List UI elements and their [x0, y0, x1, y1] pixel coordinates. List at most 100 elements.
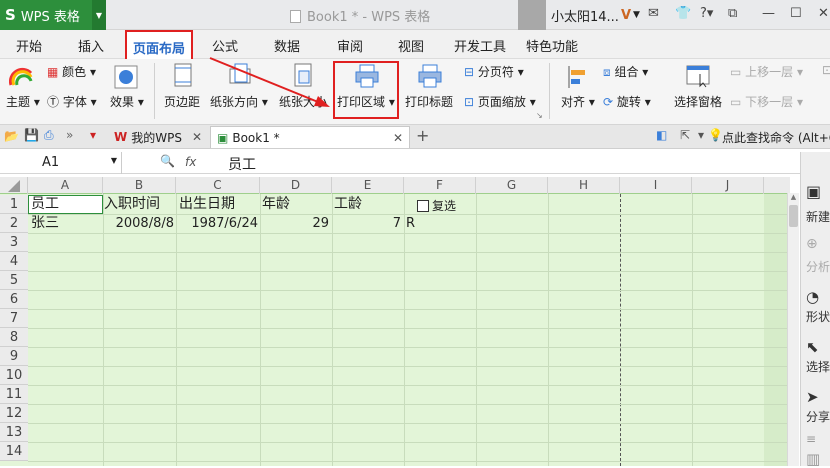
new-button[interactable]: 新建	[806, 208, 830, 225]
export-pdf-icon[interactable]: ⎙	[44, 128, 54, 143]
row-header[interactable]: 6	[0, 290, 28, 309]
cell-f2[interactable]: R	[406, 214, 415, 233]
view-mode-icon[interactable]: ◧	[656, 128, 667, 142]
tab-data[interactable]: 数据	[274, 36, 300, 55]
cell-e2[interactable]: 7	[333, 214, 401, 233]
row-header[interactable]: 11	[0, 385, 28, 404]
tab-insert[interactable]: 插入	[78, 36, 104, 55]
customize-toolbar-icon[interactable]: ▾	[90, 128, 96, 142]
formula-input[interactable]: 员工	[228, 154, 256, 174]
spreadsheet-grid[interactable]: A B C D E F G H I J 1 2 3 4 5 6 7 8 9 10…	[0, 177, 790, 466]
mail-icon[interactable]: ✉	[648, 6, 659, 21]
share-doc-icon[interactable]: ⇱	[680, 128, 690, 142]
user-dropdown-icon[interactable]: ▼	[633, 10, 640, 20]
tab-special-features[interactable]: 特色功能	[526, 36, 578, 55]
effect-button[interactable]: 效果 ▾	[110, 93, 144, 110]
paper-size-button[interactable]: 纸张大小	[279, 93, 327, 110]
analyze-button[interactable]: 分析	[806, 258, 830, 275]
shirt-icon[interactable]: 👕	[675, 6, 691, 21]
restore-icon[interactable]: ⧉	[728, 6, 737, 21]
row-header[interactable]: 2	[0, 214, 28, 233]
margins-button[interactable]: 页边距	[164, 93, 200, 110]
row-header[interactable]: 3	[0, 233, 28, 252]
minimize-icon[interactable]: —	[762, 6, 775, 21]
dialog-launcher-icon[interactable]: ↘	[536, 111, 543, 120]
page-break-button[interactable]: ⊟ 分页符 ▾	[464, 63, 524, 80]
column-header-i[interactable]: I	[620, 177, 692, 194]
row-header[interactable]: 13	[0, 423, 28, 442]
page-zoom-button[interactable]: ⊡ 页面缩放 ▾	[464, 93, 536, 110]
select-all-corner[interactable]	[0, 177, 28, 194]
name-box-dropdown-icon[interactable]: ▼	[111, 156, 117, 165]
column-header-c[interactable]: C	[176, 177, 260, 194]
app-menu-dropdown-icon[interactable]: ▼	[92, 0, 106, 30]
column-header-j[interactable]: J	[692, 177, 764, 194]
tab-my-wps[interactable]: W 我的WPS ✕	[108, 126, 208, 148]
column-header-d[interactable]: D	[260, 177, 332, 194]
select-button[interactable]: 选择	[806, 358, 830, 375]
scroll-up-icon[interactable]: ▲	[789, 193, 798, 203]
cell-a2[interactable]: 张三	[31, 214, 59, 233]
tab-view[interactable]: 视图	[398, 36, 424, 55]
vertical-scrollbar[interactable]: ▲	[787, 193, 799, 466]
checkbox-icon[interactable]	[417, 200, 429, 212]
orientation-button[interactable]: 纸张方向 ▾	[210, 93, 268, 110]
print-area-button[interactable]: 打印区域 ▾	[337, 93, 395, 110]
row-header[interactable]: 5	[0, 271, 28, 290]
cell-c1[interactable]: 出生日期	[179, 195, 235, 214]
wps-app-menu-button[interactable]: S WPS 表格 ▼	[0, 0, 106, 30]
maximize-icon[interactable]: ☐	[790, 6, 802, 21]
close-icon[interactable]: ✕	[818, 6, 829, 21]
tab-developer[interactable]: 开发工具	[454, 36, 506, 55]
color-button[interactable]: ▦ 颜色 ▾	[47, 63, 96, 80]
row-header[interactable]: 10	[0, 366, 28, 385]
share-button[interactable]: 分享	[806, 408, 830, 425]
cell-d1[interactable]: 年龄	[262, 195, 290, 214]
tab-formula[interactable]: 公式	[212, 36, 238, 55]
print-titles-button[interactable]: 打印标题	[405, 93, 453, 110]
zoom-formula-icon[interactable]: 🔍	[160, 154, 175, 168]
row-header[interactable]: 14	[0, 442, 28, 461]
font-button[interactable]: Ⓣ 字体 ▾	[47, 93, 97, 110]
cell-d2[interactable]: 29	[261, 214, 329, 233]
tab-list-icon[interactable]: ▾	[698, 128, 704, 142]
panel-extra-icon[interactable]: ▥	[806, 450, 820, 468]
name-box[interactable]: A1 ▼	[0, 152, 122, 174]
column-header-b[interactable]: B	[103, 177, 176, 194]
tab-page-layout[interactable]: 页面布局	[125, 30, 194, 60]
more-tools-icon[interactable]: »	[66, 128, 73, 142]
row-header[interactable]: 9	[0, 347, 28, 366]
shape-button[interactable]: 形状	[806, 308, 830, 325]
align-button[interactable]: 对齐 ▾	[561, 93, 595, 110]
row-header[interactable]: 7	[0, 309, 28, 328]
cell-a1[interactable]: 员工	[31, 195, 59, 214]
fx-icon[interactable]: fx	[185, 155, 196, 169]
cell-b2[interactable]: 2008/8/8	[104, 214, 174, 233]
save-icon[interactable]: 💾	[24, 128, 39, 142]
user-account[interactable]: 小太阳14... V ▼	[518, 0, 640, 30]
close-tab-icon[interactable]: ✕	[393, 131, 403, 145]
help-icon[interactable]: ?▾	[700, 6, 713, 21]
column-header-e[interactable]: E	[332, 177, 404, 194]
new-tab-icon[interactable]: +	[416, 126, 429, 145]
column-header-f[interactable]: F	[404, 177, 476, 194]
open-folder-icon[interactable]: 📂	[4, 129, 19, 143]
close-tab-icon[interactable]: ✕	[192, 130, 202, 144]
command-search[interactable]: 点此查找命令 (Alt+Q)	[722, 129, 830, 146]
cell-c2[interactable]: 1987/6/24	[177, 214, 258, 233]
ribbon-more-icon[interactable]: ⊡	[822, 63, 830, 77]
avatar[interactable]	[518, 0, 546, 30]
row-header[interactable]: 1	[0, 195, 28, 214]
tab-start[interactable]: 开始	[16, 36, 42, 55]
tab-book1[interactable]: ▣ Book1 * ✕	[210, 126, 410, 148]
group-button[interactable]: ⧈ 组合 ▾	[603, 63, 648, 80]
selection-pane-button[interactable]: 选择窗格	[674, 93, 722, 110]
row-header[interactable]: 4	[0, 252, 28, 271]
send-backward-button[interactable]: ▭ 下移一层 ▾	[730, 93, 803, 110]
bring-forward-button[interactable]: ▭ 上移一层 ▾	[730, 63, 803, 80]
cell-b1[interactable]: 入职时间	[104, 195, 160, 214]
panel-more-icon[interactable]: ≡	[806, 432, 816, 446]
column-header-h[interactable]: H	[548, 177, 620, 194]
rotate-button[interactable]: ⟳ 旋转 ▾	[603, 93, 651, 110]
scrollbar-thumb[interactable]	[789, 205, 798, 227]
